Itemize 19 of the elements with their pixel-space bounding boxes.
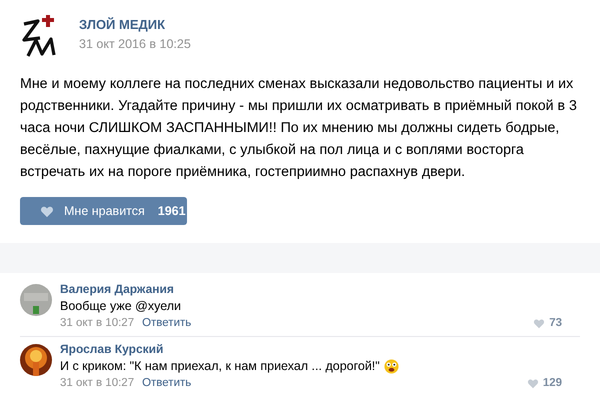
like-button[interactable]: Мне нравится 1961 xyxy=(20,197,187,225)
heart-icon xyxy=(40,204,54,218)
post-date: 31 окт 2016 в 10:25 xyxy=(79,36,191,52)
like-count[interactable]: 73 xyxy=(533,316,562,331)
like-count[interactable]: 129 xyxy=(526,376,562,391)
commenter-name[interactable]: Ярослав Курский xyxy=(60,342,562,357)
heart-icon xyxy=(526,378,539,389)
post-text: Мне и моему коллеге на последних сменах высказали недовольство пациенты и их родственники. Угадайте причину - мы пришли их осматривать в приёмный покой в 3 часа ночи СЛИШКОМ ЗАСПАННЫМИ!! По их мнению мы должны сидеть бодрые, весёлые, пахнущие фиалками, с улыбкой на пол лица и с воплями восторга встречать их на пороге приёмника, гостеприимно распахнув двери. xyxy=(20,75,578,182)
reply-link[interactable]: Ответить xyxy=(142,376,192,391)
reply-link[interactable]: Ответить xyxy=(142,316,192,331)
heart-icon xyxy=(533,318,546,329)
comment-date: 31 окт в 10:27 xyxy=(60,316,134,331)
comment-text: И с криком: "К нам приехал, к нам приехал ... дорогой!" xyxy=(60,358,380,375)
commenter-name[interactable]: Валерия Даржания xyxy=(60,282,562,297)
comment-date: 31 окт в 10:27 xyxy=(60,376,134,391)
avatar[interactable] xyxy=(20,344,52,376)
comment-text: Вообще уже @хуели xyxy=(60,298,182,315)
author-link[interactable]: ЗЛОЙ МЕДИК xyxy=(79,16,191,32)
avatar[interactable] xyxy=(20,284,52,316)
